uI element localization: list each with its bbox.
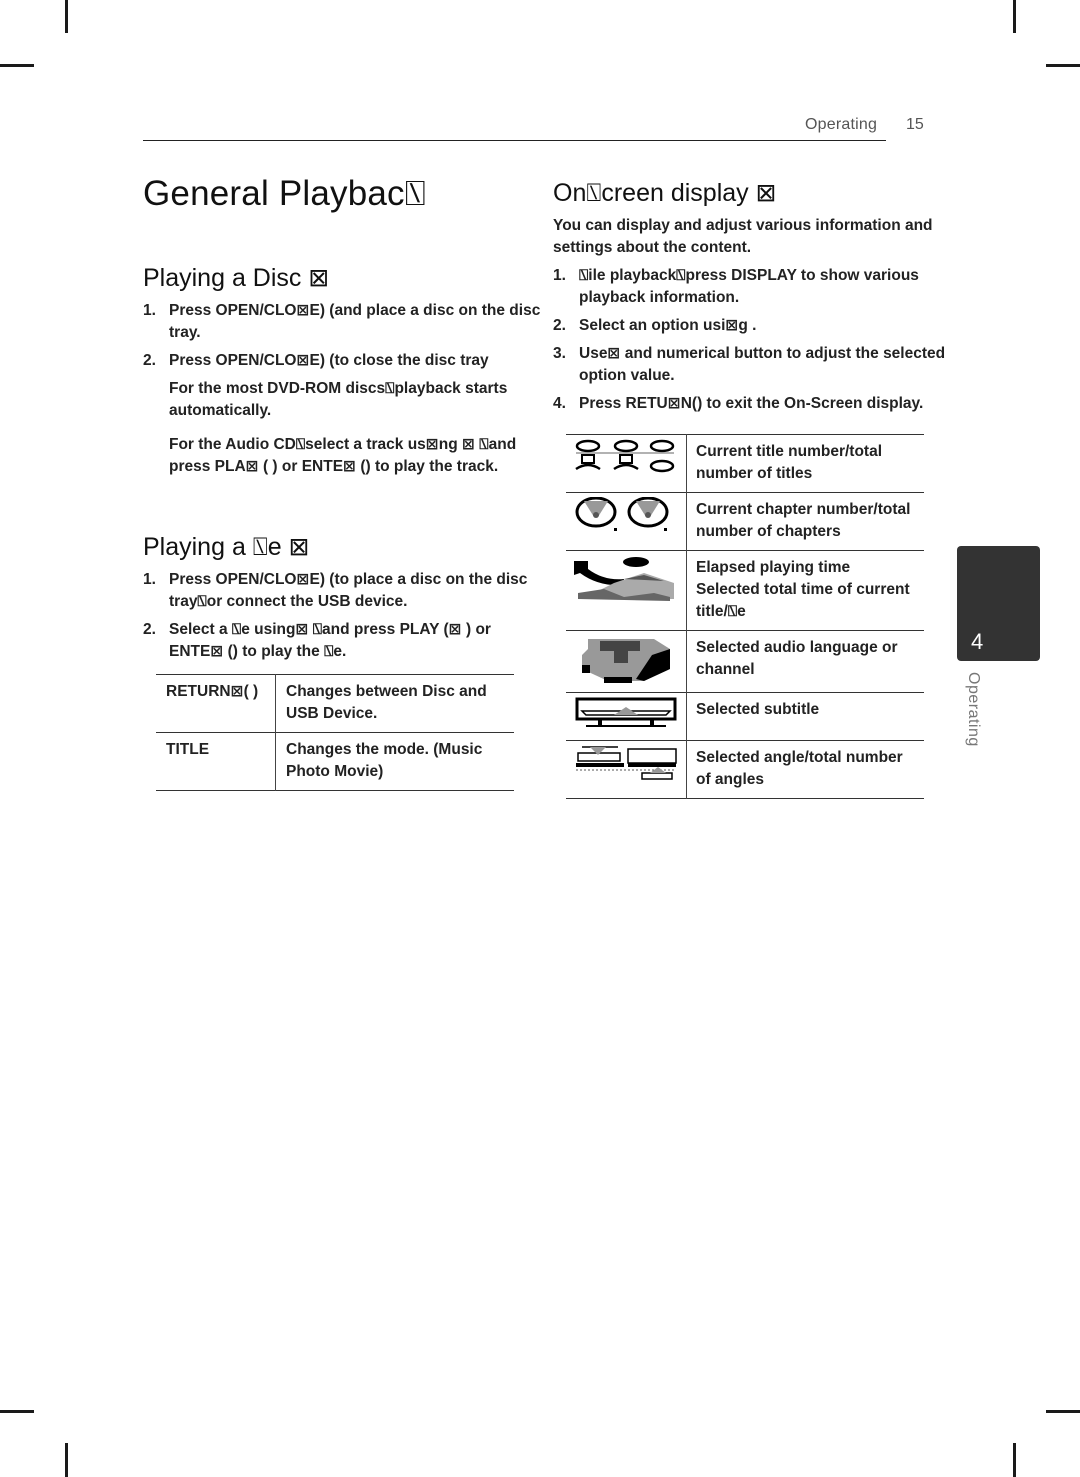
info-description: Selected angle/total number of angles — [696, 749, 903, 788]
table-row: RETURN⊠( ) Changes between Disc and USB … — [156, 674, 514, 733]
table-row: Selected subtitle — [566, 692, 924, 741]
chapter-label: Operating — [965, 672, 982, 747]
subtitle-icon — [575, 697, 677, 727]
page-title: General Playbac⍂ — [143, 174, 426, 213]
note: For the Audio CD⍂select a track us⊠ng ⊠ … — [169, 436, 517, 475]
chapter-number: 4 — [971, 629, 984, 654]
section-heading-on-screen: On⍂creen display ⊠ — [553, 179, 777, 207]
list-item: 2. Press OPEN/CLO⊠E) (to close the disc … — [143, 350, 541, 478]
audio-icon — [582, 639, 670, 683]
section-heading-playing-file: Playing a ⍂e ⊠ — [143, 533, 310, 561]
button-description: Changes the mode. (Music Photo Movie) — [286, 741, 483, 780]
table-row: Elapsed playing time Selected total time… — [566, 550, 924, 631]
title-icon — [575, 439, 675, 473]
button-key: TITLE — [156, 732, 276, 791]
crop-mark — [0, 1410, 34, 1413]
crop-mark — [1013, 1443, 1016, 1477]
crop-mark — [65, 0, 68, 33]
info-description: Selected subtitle — [696, 701, 820, 718]
on-screen-intro: You can display and adjust various infor… — [553, 217, 933, 256]
table-row: Selected angle/total number of angles — [566, 740, 924, 799]
time-icon — [574, 557, 674, 601]
list-item: 2. Select an option usi⊠g . — [553, 317, 757, 334]
crop-mark — [0, 64, 34, 67]
playing-disc-steps: 1. Press OPEN/CLO⊠E) (and place a disc o… — [143, 300, 541, 484]
chapter-tab: 4 — [957, 546, 1040, 661]
section-heading-playing-disc: Playing a Disc ⊠ — [143, 264, 330, 292]
on-screen-steps: 1. ⍂ile playback⍂press DISPLAY to show v… — [553, 265, 968, 421]
header-rule — [143, 140, 886, 141]
list-item: 1. Press OPEN/CLO⊠E) (to place a disc on… — [143, 571, 528, 610]
page-number: 15 — [906, 116, 924, 133]
table-row: TITLE Changes the mode. (Music Photo Mov… — [156, 732, 514, 791]
table-row: Selected audio language or channel — [566, 630, 924, 693]
crop-mark — [1046, 64, 1080, 67]
info-description: Selected audio language or channel — [696, 639, 898, 678]
crop-mark — [1046, 1410, 1080, 1413]
list-item: 3. Use⊠ and numerical button to adjust t… — [553, 345, 946, 384]
list-item: 2. Select a ⍂e using⊠ ⍂and press PLAY (⊠… — [143, 621, 491, 660]
note: For the most DVD-ROM discs⍂playback star… — [169, 380, 508, 419]
list-item: 1. ⍂ile playback⍂press DISPLAY to show v… — [553, 267, 919, 306]
crop-mark — [65, 1443, 68, 1477]
button-description: Changes between Disc and USB Device. — [286, 683, 487, 722]
running-head: Operating — [805, 116, 878, 133]
list-item: 1. Press OPEN/CLO⊠E) (and place a disc o… — [143, 302, 541, 341]
table-row: Current chapter number/total number of c… — [566, 492, 924, 551]
crop-mark — [1013, 0, 1016, 33]
angle-icon — [576, 746, 677, 780]
chapter-icon — [575, 497, 669, 531]
on-screen-info-table: Current title number/total number of tit… — [566, 434, 924, 799]
button-key: RETURN⊠( ) — [156, 674, 276, 733]
button-function-table: RETURN⊠( ) Changes between Disc and USB … — [156, 674, 514, 791]
info-description: Current chapter number/total number of c… — [696, 501, 911, 540]
info-description: Elapsed playing time Selected total time… — [696, 559, 910, 620]
list-item: 4. Press RETU⊠N() to exit the On-Screen … — [553, 395, 924, 412]
info-description: Current title number/total number of tit… — [696, 443, 883, 482]
playing-file-steps: 1. Press OPEN/CLO⊠E) (to place a disc on… — [143, 569, 538, 669]
table-row: Current title number/total number of tit… — [566, 434, 924, 493]
